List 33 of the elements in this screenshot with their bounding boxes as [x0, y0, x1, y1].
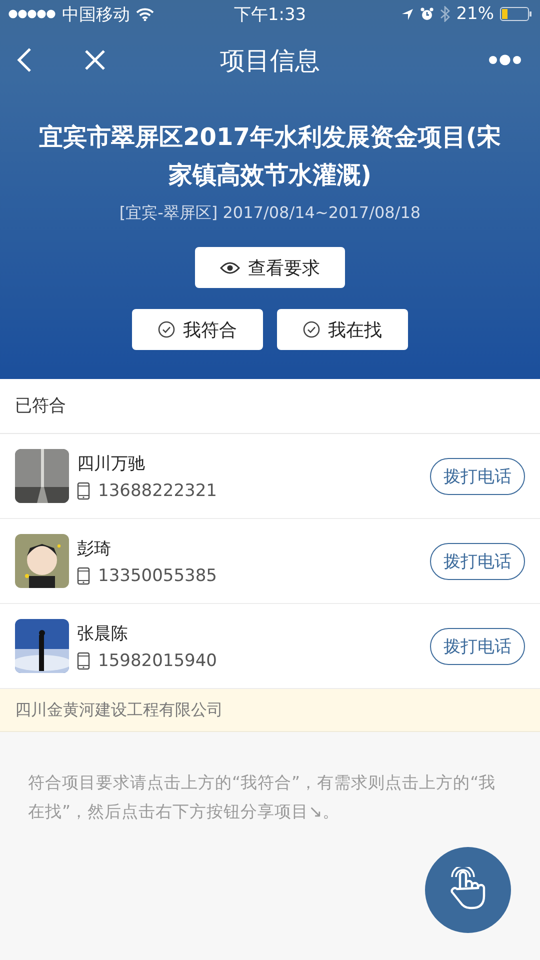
phone-number: 13350055385	[98, 566, 217, 586]
wifi-icon	[136, 8, 154, 20]
eye-icon	[220, 260, 240, 274]
phone-number: 13688222321	[98, 480, 217, 500]
project-title: 宜宾市翠屏区2017年水利发展资金项目(宋家镇高效节水灌溉)	[38, 122, 502, 191]
call-button[interactable]: 拨打电话	[430, 458, 525, 494]
battery-icon	[500, 7, 532, 21]
check-circle-icon	[303, 321, 320, 338]
location-icon	[401, 8, 414, 20]
contact-name: 彭琦	[77, 538, 112, 560]
company-name: 四川金黄河建设工程有限公司	[15, 700, 223, 720]
action-button[interactable]: 我在找	[277, 309, 408, 350]
carrier: 中国移动	[62, 4, 130, 26]
alarm-icon	[420, 7, 434, 21]
action-button[interactable]: 我符合	[132, 309, 263, 350]
phone-number: 15982015940	[98, 650, 217, 670]
contact-name: 张晨陈	[77, 622, 129, 644]
contact-name: 四川万驰	[77, 452, 146, 474]
hint-text: 符合项目要求请点击上方的“我符合”，有需求则点击上方的“我在找”，然后点击右下方按钮分享项目↘。	[27, 772, 497, 823]
call-button[interactable]: 拨打电话	[430, 628, 525, 664]
view-requirements-button[interactable]: 查看要求	[195, 247, 345, 288]
signal-icon	[8, 9, 56, 19]
project-meta: [宜宾-翠屏区] 2017/08/14~2017/08/18	[118, 203, 422, 224]
phone-icon	[77, 652, 90, 670]
phone-icon	[77, 566, 90, 584]
page-title: 项目信息	[220, 44, 320, 76]
clock: 下午1:33	[234, 4, 306, 26]
bluetooth-icon	[440, 6, 450, 22]
call-button[interactable]: 拨打电话	[430, 542, 525, 580]
check-circle-icon	[158, 321, 175, 338]
battery-percent: 21%	[456, 4, 494, 24]
phone-icon	[77, 482, 90, 500]
section-title: 已符合	[0, 379, 540, 434]
